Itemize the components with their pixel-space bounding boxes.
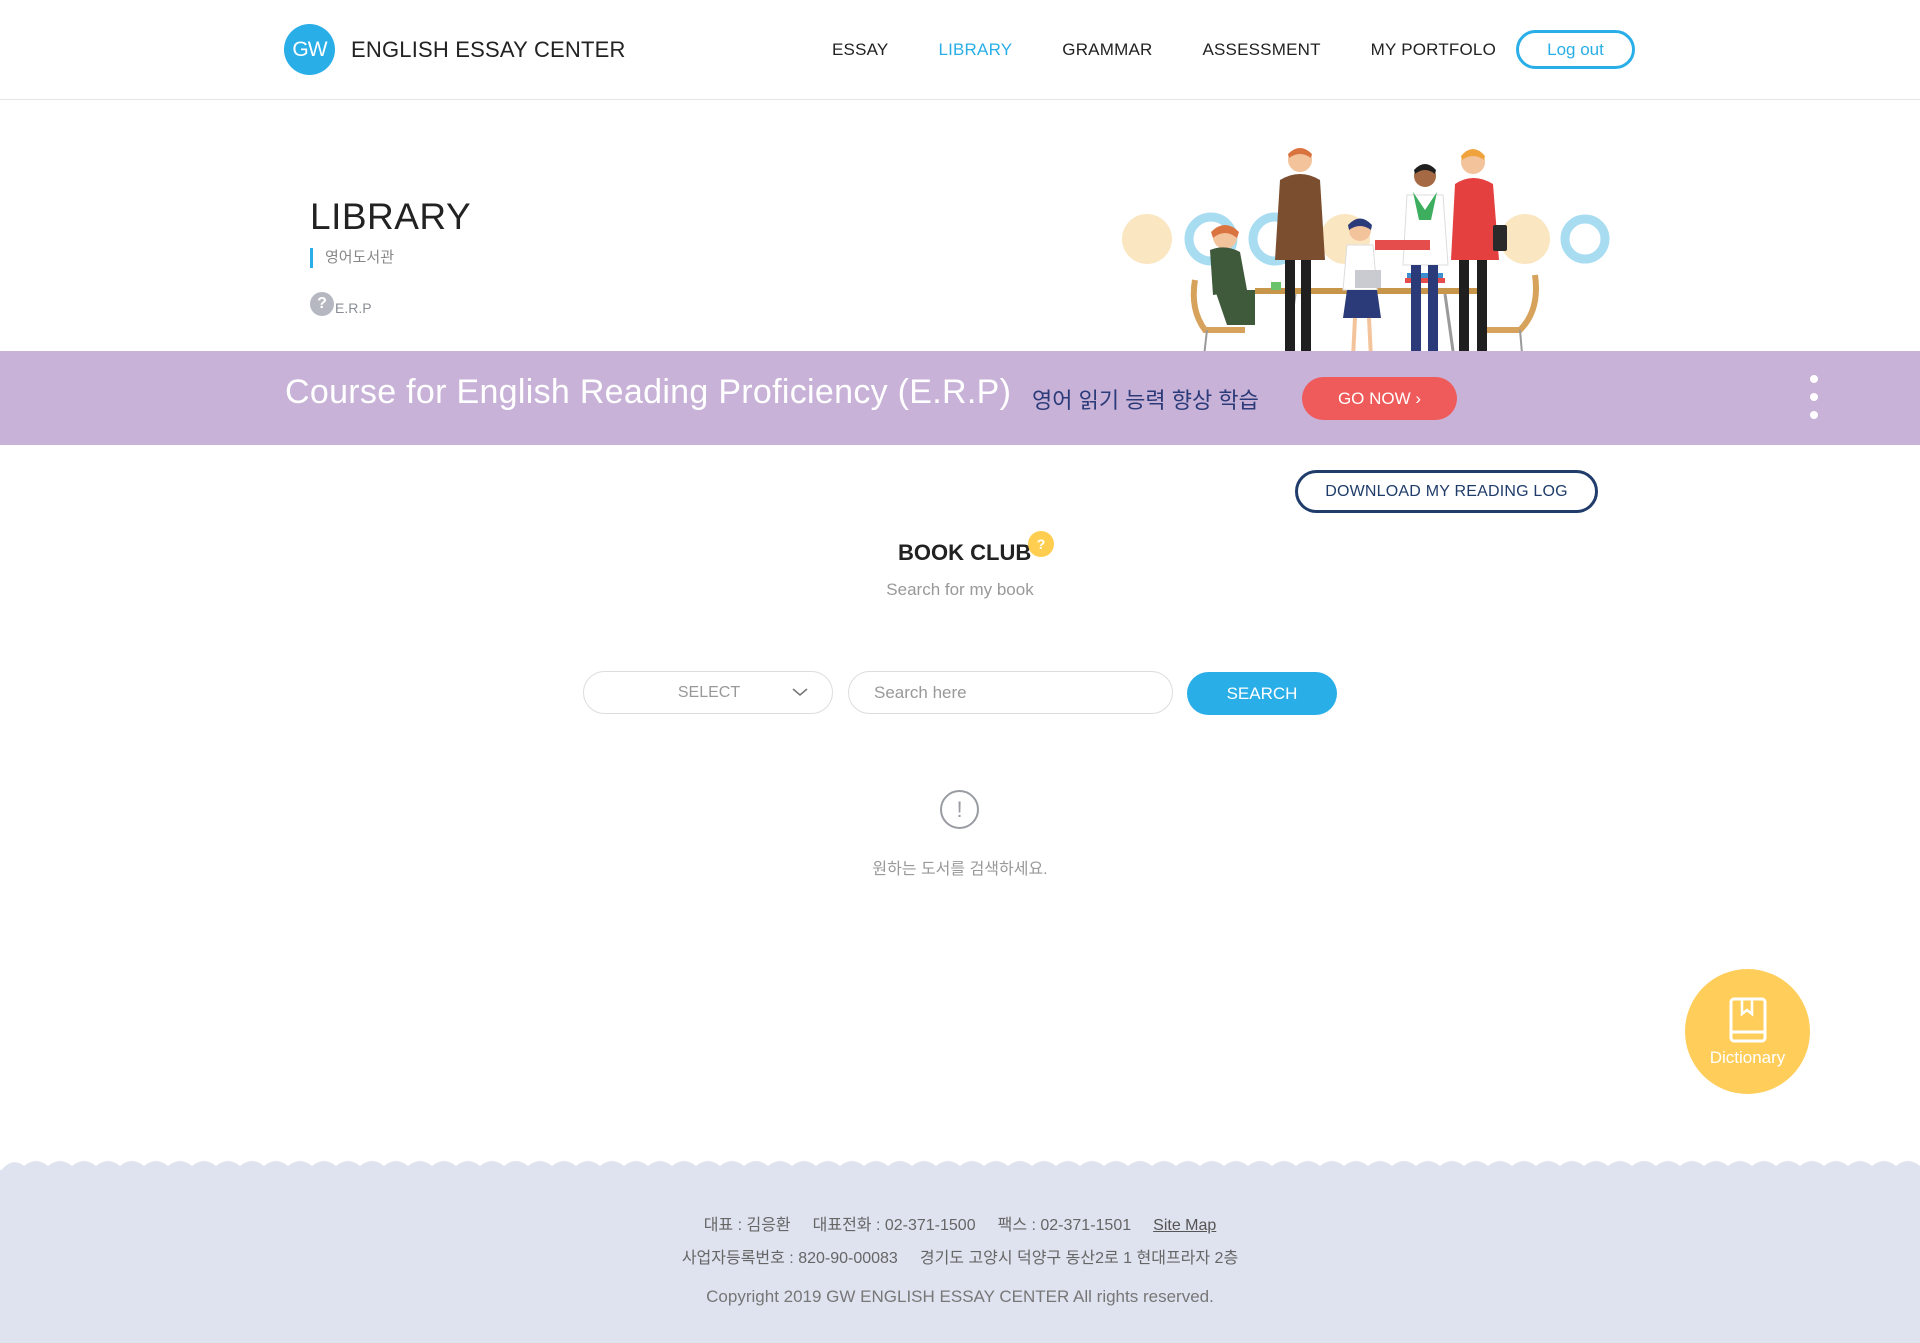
footer-phone: 대표전화 : 02-371-1500 [812,1217,976,1234]
download-reading-log-button[interactable]: DOWNLOAD MY READING LOG [1295,470,1598,513]
nav-library[interactable]: LIBRARY [938,40,1012,60]
page-subtitle: 영어도서관 [310,248,394,268]
go-now-button[interactable]: GO NOW › [1302,377,1457,420]
alert-icon: ! [940,790,979,829]
main-nav: ESSAY LIBRARY GRAMMAR ASSESSMENT MY PORT… [832,40,1546,60]
book-icon [1729,997,1766,1042]
banner-subtitle: 영어 읽기 능력 향상 학습 [1032,388,1259,413]
footer-address: 경기도 고양시 덕양구 동산2로 1 현대프라자 2층 [919,1250,1239,1267]
chevron-down-icon [792,684,808,701]
search-input[interactable] [848,671,1173,714]
footer-business-line: 사업자등록번호 : 820-90-00083 경기도 고양시 덕양구 동산2로 1… [0,1244,1920,1268]
kebab-menu-icon[interactable] [1808,375,1820,419]
brand-name: ENGLISH ESSAY CENTER [351,36,626,62]
site-logo[interactable]: GW ENGLISH ESSAY CENTER [284,24,626,75]
nav-assessment[interactable]: ASSESSMENT [1202,40,1320,60]
footer-fax: 팩스 : 02-371-1501 [997,1217,1132,1234]
book-club-title: BOOK CLUB [898,540,1032,565]
site-header: GW ENGLISH ESSAY CENTER ESSAY LIBRARY GR… [0,0,1920,100]
book-club-subtitle: Search for my book [886,580,1034,599]
empty-state-message: 원하는 도서를 검색하세요. [872,861,1048,878]
erp-help-link[interactable]: ? E.R.P [310,292,372,316]
dictionary-label: Dictionary [1709,1047,1786,1067]
logo-mark: GW [284,24,335,75]
dictionary-button[interactable]: Dictionary [1685,969,1810,1094]
footer-copyright: Copyright 2019 GW ENGLISH ESSAY CENTER A… [706,1287,1214,1306]
help-icon[interactable]: ? [1028,531,1054,557]
footer-business-no: 사업자등록번호 : 820-90-00083 [681,1250,898,1267]
site-footer: 대표 : 김응환 대표전화 : 02-371-1500 팩스 : 02-371-15… [0,1161,1920,1343]
nav-grammar[interactable]: GRAMMAR [1062,40,1152,60]
library-people-illustration [1122,148,1610,366]
banner-title: Course for English Reading Proficiency (… [285,373,1012,411]
footer-ceo: 대표 : 김응환 [703,1217,791,1234]
nav-essay[interactable]: ESSAY [832,40,888,60]
category-select[interactable]: SELECT [583,671,833,714]
footer-wave-divider [0,1161,1920,1172]
footer-contact-line: 대표 : 김응환 대표전화 : 02-371-1500 팩스 : 02-371-15… [0,1211,1920,1235]
logout-button[interactable]: Log out [1516,30,1635,69]
search-button[interactable]: SEARCH [1187,672,1337,715]
sitemap-link[interactable]: Site Map [1153,1217,1216,1234]
page-title: LIBRARY [310,196,472,237]
nav-my-portfolio[interactable]: MY PORTFOLO [1371,40,1496,60]
erp-banner: Course for English Reading Proficiency (… [0,351,1920,445]
help-icon: ? [310,292,334,316]
erp-label: E.R.P [335,300,372,316]
